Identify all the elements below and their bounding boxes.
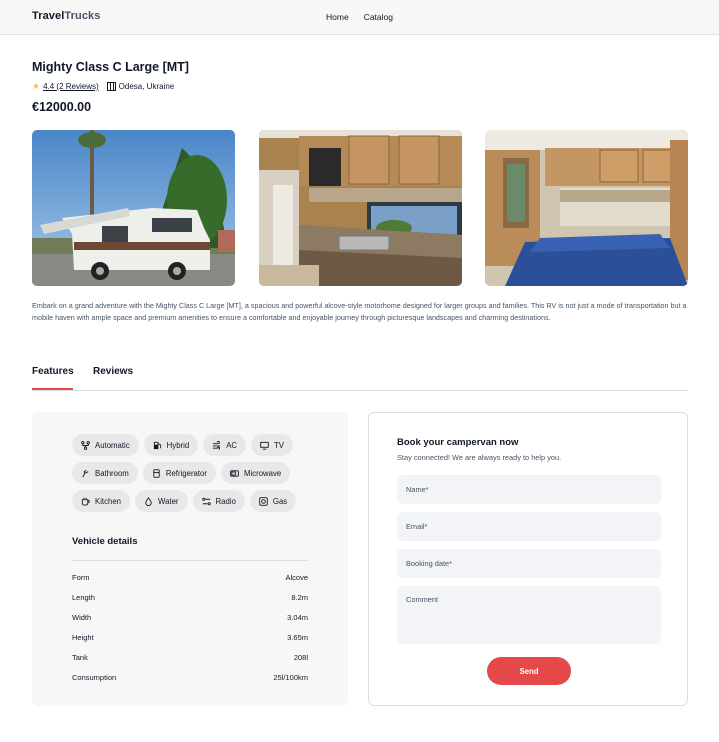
tab-reviews[interactable]: Reviews (93, 366, 133, 377)
gas-icon (259, 496, 268, 506)
camper-price: €12000.00 (32, 100, 92, 114)
feature-chips: Automatic Hybrid AC TV Bathroom Refriger… (72, 434, 312, 512)
active-tab-indicator (32, 388, 73, 390)
camper-title: Mighty Class C Large [MT] (32, 60, 189, 74)
site-header: TravelTrucks Home Catalog (0, 0, 719, 35)
comment-field[interactable] (397, 586, 661, 644)
shower-icon (82, 469, 89, 477)
logo-part-1: Travel (32, 10, 65, 22)
feature-label: Refrigerator (165, 468, 207, 478)
feature-label: Microwave (243, 468, 282, 478)
detail-row: Tank 208l (72, 653, 308, 662)
detail-value: 208l (293, 653, 308, 662)
feature-chip: Kitchen (72, 490, 131, 512)
detail-label: Length (72, 593, 95, 602)
feature-label: TV (274, 440, 285, 450)
wind-icon (213, 440, 221, 450)
main-nav: Home Catalog (326, 12, 393, 22)
detail-row: Consumption 25l/100km (72, 673, 308, 682)
name-field[interactable] (397, 475, 661, 504)
cup-icon (81, 497, 90, 506)
feature-label: Automatic (95, 440, 130, 450)
detail-value: 3.04m (287, 613, 308, 622)
feature-label: Bathroom (95, 468, 129, 478)
email-field[interactable] (397, 512, 661, 541)
features-panel: Automatic Hybrid AC TV Bathroom Refriger… (32, 412, 348, 706)
feature-label: Kitchen (95, 496, 122, 506)
detail-value: 8.2m (291, 593, 308, 602)
radio-icon (201, 497, 211, 505)
nav-catalog-link[interactable]: Catalog (364, 12, 393, 22)
tab-features[interactable]: Features (32, 366, 74, 377)
microwave-icon (230, 469, 239, 477)
feature-label: Water (158, 496, 179, 506)
detail-label: Height (72, 633, 94, 642)
feature-chip: Gas (249, 490, 297, 512)
detail-label: Consumption (72, 673, 117, 682)
feature-chip: Hybrid (143, 434, 199, 456)
booking-date-field[interactable] (397, 549, 661, 578)
send-button[interactable]: Send (487, 657, 571, 685)
booking-subtitle: Stay connected! We are always ready to h… (397, 453, 562, 462)
feature-chip: Microwave (220, 462, 291, 484)
feature-chip: Bathroom (72, 462, 138, 484)
gear-icon (81, 440, 90, 450)
feature-chip: Radio (192, 490, 245, 512)
feature-chip: TV (251, 434, 294, 456)
booking-form: Book your campervan now Stay connected! … (368, 412, 688, 706)
logo-part-2: Trucks (64, 10, 101, 22)
feature-chip: Automatic (72, 434, 139, 456)
detail-row: Height 3.65m (72, 633, 308, 642)
booking-title: Book your campervan now (397, 437, 519, 448)
drop-icon (145, 496, 152, 506)
camper-description: Embark on a grand adventure with the Mig… (32, 301, 687, 322)
feature-label: Radio (215, 496, 236, 506)
detail-value: 25l/100km (273, 673, 308, 682)
fuel-icon (153, 441, 161, 449)
detail-label: Form (72, 573, 90, 582)
map-icon (106, 82, 116, 91)
logo[interactable]: TravelTrucks (32, 10, 100, 22)
reviews-link[interactable]: 4.4 (2 Reviews) (43, 82, 99, 91)
vehicle-details-title: Vehicle details (72, 536, 138, 547)
star-icon: ★ (32, 81, 41, 91)
feature-label: Gas (272, 496, 288, 506)
divider (72, 560, 308, 561)
feature-label: AC (226, 440, 238, 450)
detail-label: Tank (72, 653, 88, 662)
fridge-icon (153, 468, 160, 478)
camper-location: Odesa, Ukraine (118, 82, 175, 91)
detail-row: Width 3.04m (72, 613, 308, 622)
rv-exterior-photo[interactable] (32, 130, 235, 286)
detail-row: Length 8.2m (72, 593, 308, 602)
feature-label: Hybrid (166, 440, 190, 450)
detail-label: Width (72, 613, 92, 622)
detail-value: Alcove (285, 573, 308, 582)
feature-chip: Water (135, 490, 188, 512)
detail-value: 3.65m (287, 633, 308, 642)
tab-bar: Features Reviews (32, 366, 688, 391)
camper-meta: ★ 4.4 (2 Reviews) Odesa, Ukraine (32, 81, 174, 92)
detail-row: Form Alcove (72, 573, 308, 582)
tv-icon (260, 441, 269, 450)
kitchen-photo[interactable] (259, 130, 462, 286)
nav-home-link[interactable]: Home (326, 12, 349, 22)
bedroom-photo[interactable] (485, 130, 688, 286)
feature-chip: AC (203, 434, 247, 456)
feature-chip: Refrigerator (142, 462, 216, 484)
